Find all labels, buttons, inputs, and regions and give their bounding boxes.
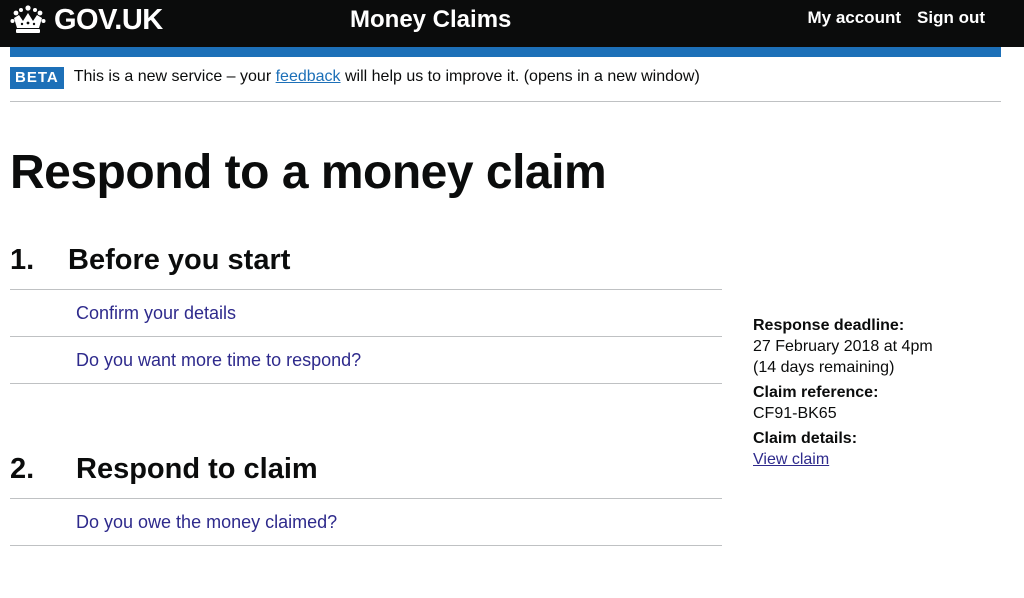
section-title: Before you start: [68, 244, 291, 276]
logo-text: GOV.UK: [54, 4, 163, 36]
details-label: Claim details:: [753, 430, 858, 447]
section-number: 2.: [10, 453, 35, 485]
govuk-logo-link[interactable]: GOV.UK: [10, 4, 163, 36]
beta-tag: BETA: [10, 67, 64, 89]
site-header: GOV.UK Money Claims My account Sign out: [0, 0, 1024, 47]
deadline-value: 27 February 2018 at 4pm: [753, 338, 933, 355]
phase-text-after: will help us to improve it. (opens in a …: [340, 68, 700, 85]
reference-value: CF91-BK65: [753, 405, 837, 422]
section-heading-respond-to-claim: 2. Respond to claim: [10, 452, 318, 486]
header-blue-bar: [10, 47, 1001, 57]
confirm-details-link[interactable]: Confirm your details: [76, 303, 236, 324]
deadline-remaining: (14 days remaining): [753, 359, 895, 376]
section-number: 1.: [10, 244, 35, 276]
task-item: Do you owe the money claimed?: [10, 499, 722, 546]
task-item: Do you want more time to respond?: [10, 337, 722, 384]
section-title: Respond to claim: [76, 453, 318, 485]
page-title: Respond to a money claim: [10, 146, 607, 199]
feedback-link[interactable]: feedback: [276, 68, 341, 85]
view-claim-link[interactable]: View claim: [753, 451, 829, 468]
phase-banner-text: This is a new service – your feedback wi…: [74, 65, 700, 89]
header-nav: My account Sign out: [807, 8, 985, 28]
more-time-link[interactable]: Do you want more time to respond?: [76, 350, 361, 371]
phase-banner: BETA This is a new service – your feedba…: [10, 67, 1001, 102]
section-heading-before-you-start: 1. Before you start: [10, 243, 290, 277]
phase-text-before: This is a new service – your: [73, 68, 276, 85]
deadline-label: Response deadline:: [753, 317, 905, 334]
task-list-respond-to-claim: Do you owe the money claimed?: [10, 498, 722, 546]
task-list-before-you-start: Confirm your details Do you want more ti…: [10, 289, 722, 384]
owe-money-link[interactable]: Do you owe the money claimed?: [76, 512, 337, 533]
service-name-link[interactable]: Money Claims: [350, 6, 511, 34]
my-account-link[interactable]: My account: [807, 8, 901, 28]
claim-summary-sidebar: Response deadline: 27 February 2018 at 4…: [753, 315, 933, 470]
sign-out-link[interactable]: Sign out: [917, 8, 985, 28]
task-item: Confirm your details: [10, 290, 722, 337]
crown-icon: [10, 5, 46, 33]
reference-label: Claim reference:: [753, 384, 879, 401]
